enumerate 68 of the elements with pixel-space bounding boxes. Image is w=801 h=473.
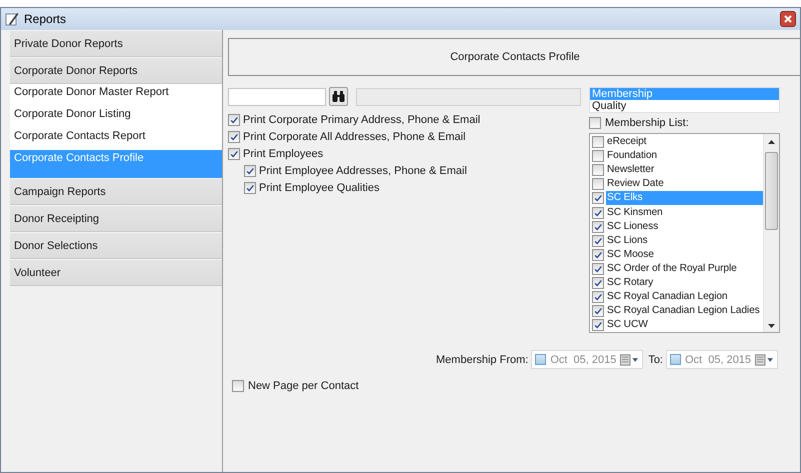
checkbox[interactable] xyxy=(592,136,604,148)
checkbox[interactable] xyxy=(228,148,240,160)
checkbox[interactable] xyxy=(589,117,601,129)
group-list-entry[interactable]: SC Lions xyxy=(606,234,763,248)
window-title: Reports xyxy=(24,12,68,26)
option-label: Print Employee Addresses, Phone & Email xyxy=(259,164,467,176)
checkbox[interactable] xyxy=(535,354,546,365)
checkbox[interactable] xyxy=(592,234,604,247)
sidebar-group-header[interactable]: Donor Selections xyxy=(10,232,222,259)
sidebar-group-header[interactable]: Volunteer xyxy=(10,259,222,286)
binoculars-icon xyxy=(332,91,345,102)
sidebar-group-header[interactable]: Donor Receipting xyxy=(10,205,222,232)
checkbox[interactable] xyxy=(244,164,256,176)
checkbox[interactable] xyxy=(244,182,256,194)
checkbox[interactable] xyxy=(592,164,604,176)
option-label: Print Corporate All Addresses, Phone & Email xyxy=(243,130,466,142)
sidebar-group-header[interactable]: Campaign Reports xyxy=(10,178,222,205)
list-type-option[interactable]: Quality xyxy=(590,100,779,112)
report-title: Corporate Contacts Profile xyxy=(450,51,580,63)
option-label: Print Employee Qualities xyxy=(259,182,380,194)
sidebar-group-header[interactable]: Corporate Donor Reports xyxy=(10,57,222,84)
group-list-entry[interactable]: SC Rotary xyxy=(606,276,763,290)
checkbox[interactable] xyxy=(592,319,604,332)
close-icon xyxy=(784,15,792,23)
membership-from-label: Membership From: xyxy=(436,354,528,366)
calendar-icon xyxy=(620,354,640,366)
sidebar-item[interactable]: Corporate Donor Master Report xyxy=(10,84,222,106)
search-field[interactable] xyxy=(228,88,326,106)
sidebar-group-header[interactable]: Private Donor Reports xyxy=(10,30,222,57)
pencil-icon xyxy=(5,12,19,26)
checkbox[interactable] xyxy=(592,305,604,318)
checkbox[interactable] xyxy=(592,262,604,275)
group-list-entry[interactable]: SC Kinsmen xyxy=(606,206,763,220)
checkbox[interactable] xyxy=(592,248,604,261)
checkbox[interactable] xyxy=(228,130,240,142)
checkbox[interactable] xyxy=(592,150,604,162)
group-list-entry[interactable]: SC Royal Canadian Legion xyxy=(606,290,763,304)
checkbox[interactable] xyxy=(592,276,604,289)
group-list-entry[interactable]: SC Royal Canadian Legion Ladies xyxy=(606,304,763,318)
option-label: Print Employees xyxy=(243,148,324,160)
scrollbar[interactable] xyxy=(763,134,779,332)
to-label: To: xyxy=(648,354,663,366)
checkbox[interactable] xyxy=(232,380,244,392)
checkbox[interactable] xyxy=(592,192,604,204)
scroll-up-icon xyxy=(768,140,775,144)
group-list-entry[interactable]: SC Lioness xyxy=(606,220,763,234)
checkbox[interactable] xyxy=(228,114,240,126)
group-list-entry[interactable]: Review Date xyxy=(606,177,763,192)
checkbox[interactable] xyxy=(592,178,604,190)
group-list-entry[interactable]: SC UCW xyxy=(606,318,763,332)
scroll-down-icon xyxy=(768,324,775,328)
sidebar-item[interactable]: Corporate Donor Listing xyxy=(10,106,222,128)
group-list-entry[interactable]: eReceipt xyxy=(606,135,763,150)
checkbox[interactable] xyxy=(592,206,604,219)
membership-list-label: Membership List: xyxy=(605,117,689,129)
option-label: Print Corporate Primary Address, Phone & Email xyxy=(243,114,480,126)
close-button[interactable] xyxy=(780,11,796,27)
sidebar-item[interactable]: Corporate Contacts Report xyxy=(10,128,222,150)
find-button[interactable] xyxy=(329,87,348,106)
group-list-entry[interactable]: SC Order of the Royal Purple xyxy=(606,262,763,276)
checkbox[interactable] xyxy=(592,220,604,233)
checkbox[interactable] xyxy=(670,354,681,365)
group-list-entry[interactable]: Foundation xyxy=(606,149,763,164)
group-list-entry[interactable]: SC Moose xyxy=(606,248,763,262)
group-list-entry[interactable]: Newsletter xyxy=(606,163,763,178)
checkbox[interactable] xyxy=(592,291,604,304)
new-page-label: New Page per Contact xyxy=(248,380,359,392)
calendar-icon xyxy=(755,354,774,366)
